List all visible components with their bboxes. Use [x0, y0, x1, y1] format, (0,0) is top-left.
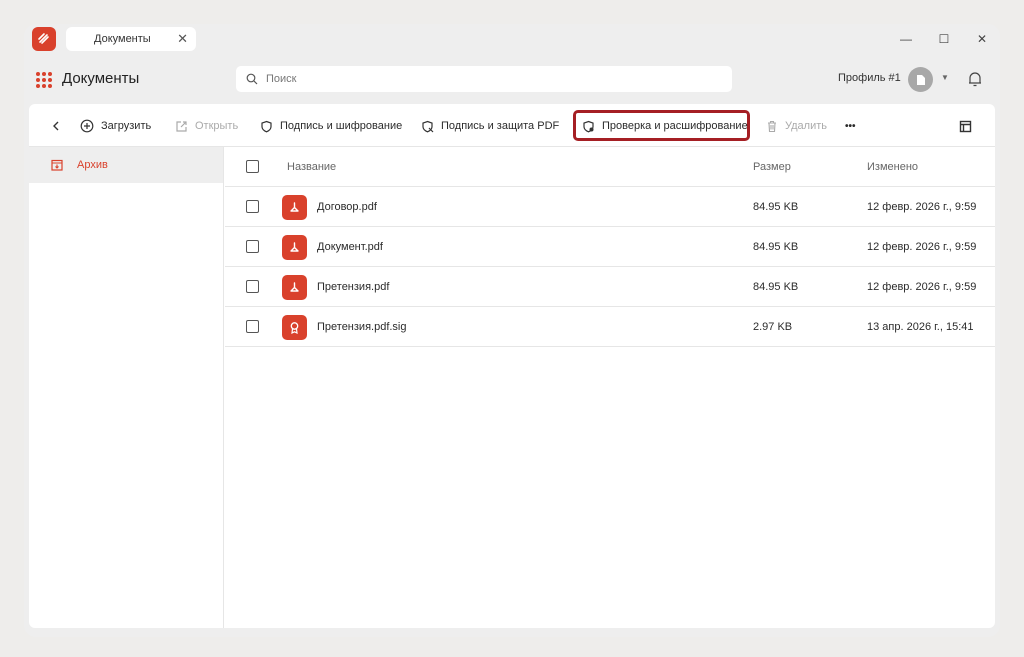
table-row[interactable]: Договор.pdf 84.95 KB 12 февр. 2026 г., 9… [225, 187, 995, 227]
trash-icon [768, 120, 776, 132]
plus-circle-icon [80, 119, 94, 133]
search-icon [246, 73, 258, 85]
sidebar: Архив [29, 147, 224, 628]
apps-grid-icon[interactable] [36, 72, 52, 88]
file-modified: 12 февр. 2026 г., 9:59 [867, 201, 977, 213]
sidebar-item-archive[interactable]: Архив [29, 147, 223, 183]
more-options-icon[interactable]: ••• [845, 116, 856, 136]
window-close-icon[interactable]: ✕ [972, 29, 992, 49]
file-name: Договор.pdf [317, 201, 377, 213]
file-table: Название Размер Изменено Договор.pdf 84.… [225, 147, 995, 347]
pdf-icon [282, 235, 307, 260]
minimize-icon[interactable]: — [896, 29, 916, 49]
pdf-icon [282, 195, 307, 220]
app-header: Документы Профиль #1 ▼ [24, 62, 1000, 98]
sign-encrypt-button[interactable]: Подпись и шифрование [260, 116, 402, 136]
row-checkbox[interactable] [246, 200, 259, 213]
panel-toggle-button[interactable] [959, 116, 979, 136]
file-name: Документ.pdf [317, 241, 383, 253]
chevron-left-icon [53, 121, 59, 131]
page-title: Документы [62, 70, 140, 87]
avatar[interactable] [908, 67, 933, 92]
table-row[interactable]: Претензия.pdf.sig 2.97 KB 13 апр. 2026 г… [225, 307, 995, 347]
window-controls: — ☐ ✕ [896, 29, 992, 49]
upload-button[interactable]: Загрузить [80, 116, 151, 136]
shield-check-icon [583, 120, 594, 132]
tab-label: Документы [94, 33, 151, 45]
delete-button[interactable]: Удалить [766, 116, 827, 136]
shield-icon [261, 120, 272, 132]
file-modified: 13 апр. 2026 г., 15:41 [867, 321, 974, 333]
title-bar: Документы ✕ — ☐ ✕ [24, 24, 1000, 54]
column-name-header[interactable]: Название [287, 161, 336, 173]
profile-document-icon [916, 74, 925, 85]
select-all-checkbox[interactable] [246, 160, 259, 173]
sidebar-item-label: Архив [77, 159, 108, 171]
file-modified: 12 февр. 2026 г., 9:59 [867, 241, 977, 253]
row-checkbox[interactable] [246, 320, 259, 333]
file-size: 2.97 KB [753, 321, 793, 333]
sidebar-layout-icon [959, 120, 972, 132]
column-modified-header[interactable]: Изменено [867, 161, 918, 173]
sign-protect-pdf-button[interactable]: Подпись и защита PDF [421, 116, 559, 136]
app-window: Документы ✕ — ☐ ✕ Документы Профиль #1 ▼ [24, 24, 1000, 637]
table-row[interactable]: Претензия.pdf 84.95 KB 12 февр. 2026 г.,… [225, 267, 995, 307]
back-button[interactable] [51, 116, 68, 136]
toolbar: Загрузить Открыть Подпись и шифрование П… [29, 104, 995, 147]
file-name: Претензия.pdf [317, 281, 390, 293]
file-name: Претензия.pdf.sig [317, 321, 407, 333]
file-size: 84.95 KB [753, 281, 799, 293]
file-modified: 12 февр. 2026 г., 9:59 [867, 281, 977, 293]
file-size: 84.95 KB [753, 201, 799, 213]
open-label: Открыть [195, 120, 239, 132]
maximize-icon[interactable]: ☐ [934, 29, 954, 49]
open-external-icon [176, 120, 187, 132]
sign-encrypt-label: Подпись и шифрование [280, 120, 403, 132]
main-panel: Загрузить Открыть Подпись и шифрование П… [29, 104, 995, 628]
sign-protect-pdf-label: Подпись и защита PDF [441, 120, 560, 132]
table-header: Название Размер Изменено [225, 147, 995, 187]
document-tab[interactable]: Документы ✕ [66, 27, 196, 51]
chevron-down-icon[interactable]: ▼ [941, 73, 949, 82]
archive-icon [51, 159, 63, 171]
upload-label: Загрузить [101, 120, 152, 132]
row-checkbox[interactable] [246, 240, 259, 253]
delete-label: Удалить [785, 120, 827, 132]
bell-icon[interactable] [966, 70, 984, 88]
column-size-header[interactable]: Размер [753, 161, 791, 173]
file-size: 84.95 KB [753, 241, 799, 253]
verify-decrypt-button[interactable]: Проверка и расшифрование [582, 116, 748, 136]
signature-icon [282, 315, 307, 340]
app-logo-icon [32, 27, 56, 51]
table-row[interactable]: Документ.pdf 84.95 KB 12 февр. 2026 г., … [225, 227, 995, 267]
pdf-shield-icon [422, 120, 434, 132]
search-input[interactable] [266, 73, 706, 85]
verify-decrypt-label: Проверка и расшифрование [602, 120, 748, 132]
open-button[interactable]: Открыть [175, 116, 238, 136]
search-box[interactable] [236, 66, 732, 92]
tab-close-icon[interactable]: ✕ [177, 31, 188, 47]
row-checkbox[interactable] [246, 280, 259, 293]
pdf-icon [282, 275, 307, 300]
profile-name[interactable]: Профиль #1 [838, 72, 901, 84]
